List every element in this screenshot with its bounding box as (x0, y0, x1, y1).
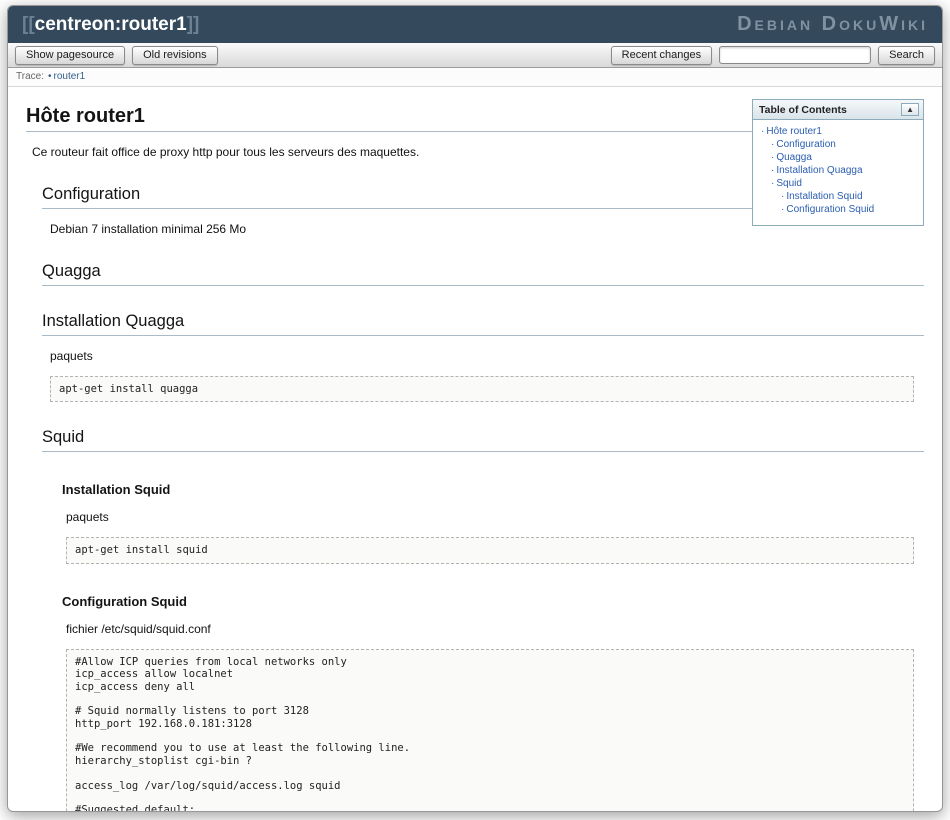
toc-list: ·Hôte router1 ·Configuration ·Quagga ·In… (753, 120, 923, 225)
heading-quagga: Quagga (42, 262, 924, 286)
toc-item-quagga[interactable]: ·Quagga (771, 151, 917, 164)
wiki-brand-logo: Debian DokuWiki (737, 13, 928, 36)
chevron-up-icon: ▲ (906, 105, 914, 114)
recent-changes-button[interactable]: Recent changes (611, 46, 713, 65)
masthead: [[centreon:router1]] Debian DokuWiki (8, 6, 942, 43)
toc-item-label: Installation Quagga (776, 165, 862, 176)
section-configuration-squid: fichier /etc/squid/squid.conf #Allow ICP… (66, 622, 924, 812)
toc-item-configuration[interactable]: ·Configuration (771, 138, 917, 151)
trace-label: Trace: (16, 71, 44, 82)
heading-squid: Squid (42, 428, 924, 452)
toc-item-label: Squid (776, 178, 802, 189)
old-revisions-button[interactable]: Old revisions (132, 46, 218, 65)
toc-item-label: Configuration Squid (786, 204, 874, 215)
toc-item-label: Hôte router1 (766, 126, 822, 137)
bullet-icon: · (781, 204, 784, 215)
heading-installation-quagga: Installation Quagga (42, 312, 924, 336)
code-block-install-quagga: apt-get install quagga (50, 376, 914, 402)
show-pagesource-button[interactable]: Show pagesource (15, 46, 125, 65)
toc-item-configuration-squid[interactable]: ·Configuration Squid (781, 203, 917, 216)
code-block-install-squid: apt-get install squid (66, 537, 914, 563)
page-content: Table of Contents ▲ ·Hôte router1 ·Confi… (8, 87, 942, 812)
trace-bullet: • (48, 71, 52, 82)
heading-configuration-squid: Configuration Squid (62, 594, 924, 609)
bullet-icon: · (761, 126, 764, 137)
toc-item-label: Quagga (776, 152, 812, 163)
toc-item-squid[interactable]: ·Squid (771, 177, 917, 190)
code-block-squid-conf: #Allow ICP queries from local networks o… (66, 649, 914, 812)
heading-installation-squid: Installation Squid (62, 482, 924, 497)
bracket-close: ]] (187, 14, 200, 35)
installation-quagga-text: paquets (50, 349, 924, 363)
toc-item-installation-quagga[interactable]: ·Installation Quagga (771, 164, 917, 177)
bullet-icon: · (771, 178, 774, 189)
page-id-title: [[centreon:router1]] (22, 14, 199, 36)
bullet-icon: · (771, 139, 774, 150)
breadcrumb: Trace: •router1 (8, 68, 942, 87)
section-installation-squid: paquets apt-get install squid (66, 510, 924, 563)
toc-toggle-button[interactable]: ▲ (901, 103, 919, 116)
toc-title: Table of Contents (759, 104, 847, 116)
toolbar: Show pagesource Old revisions Recent cha… (8, 43, 942, 68)
toc-item-hote-router1[interactable]: ·Hôte router1 (761, 125, 917, 138)
toc-item-label: Installation Squid (786, 191, 862, 202)
bullet-icon: · (781, 191, 784, 202)
page-id: centreon:router1 (35, 14, 187, 35)
bullet-icon: · (771, 152, 774, 163)
bracket-open: [[ (22, 14, 35, 35)
browser-page: [[centreon:router1]] Debian DokuWiki Sho… (7, 5, 943, 812)
search-button[interactable]: Search (878, 46, 935, 65)
toc-header: Table of Contents ▲ (753, 100, 923, 120)
installation-squid-text: paquets (66, 510, 924, 524)
toc-item-label: Configuration (776, 139, 835, 150)
configuration-squid-text: fichier /etc/squid/squid.conf (66, 622, 924, 636)
toc-item-installation-squid[interactable]: ·Installation Squid (781, 190, 917, 203)
search-input[interactable] (719, 46, 871, 64)
bullet-icon: · (771, 165, 774, 176)
table-of-contents: Table of Contents ▲ ·Hôte router1 ·Confi… (752, 99, 924, 226)
trace-link-router1[interactable]: router1 (53, 71, 85, 82)
section-installation-quagga: paquets apt-get install quagga (50, 349, 924, 402)
